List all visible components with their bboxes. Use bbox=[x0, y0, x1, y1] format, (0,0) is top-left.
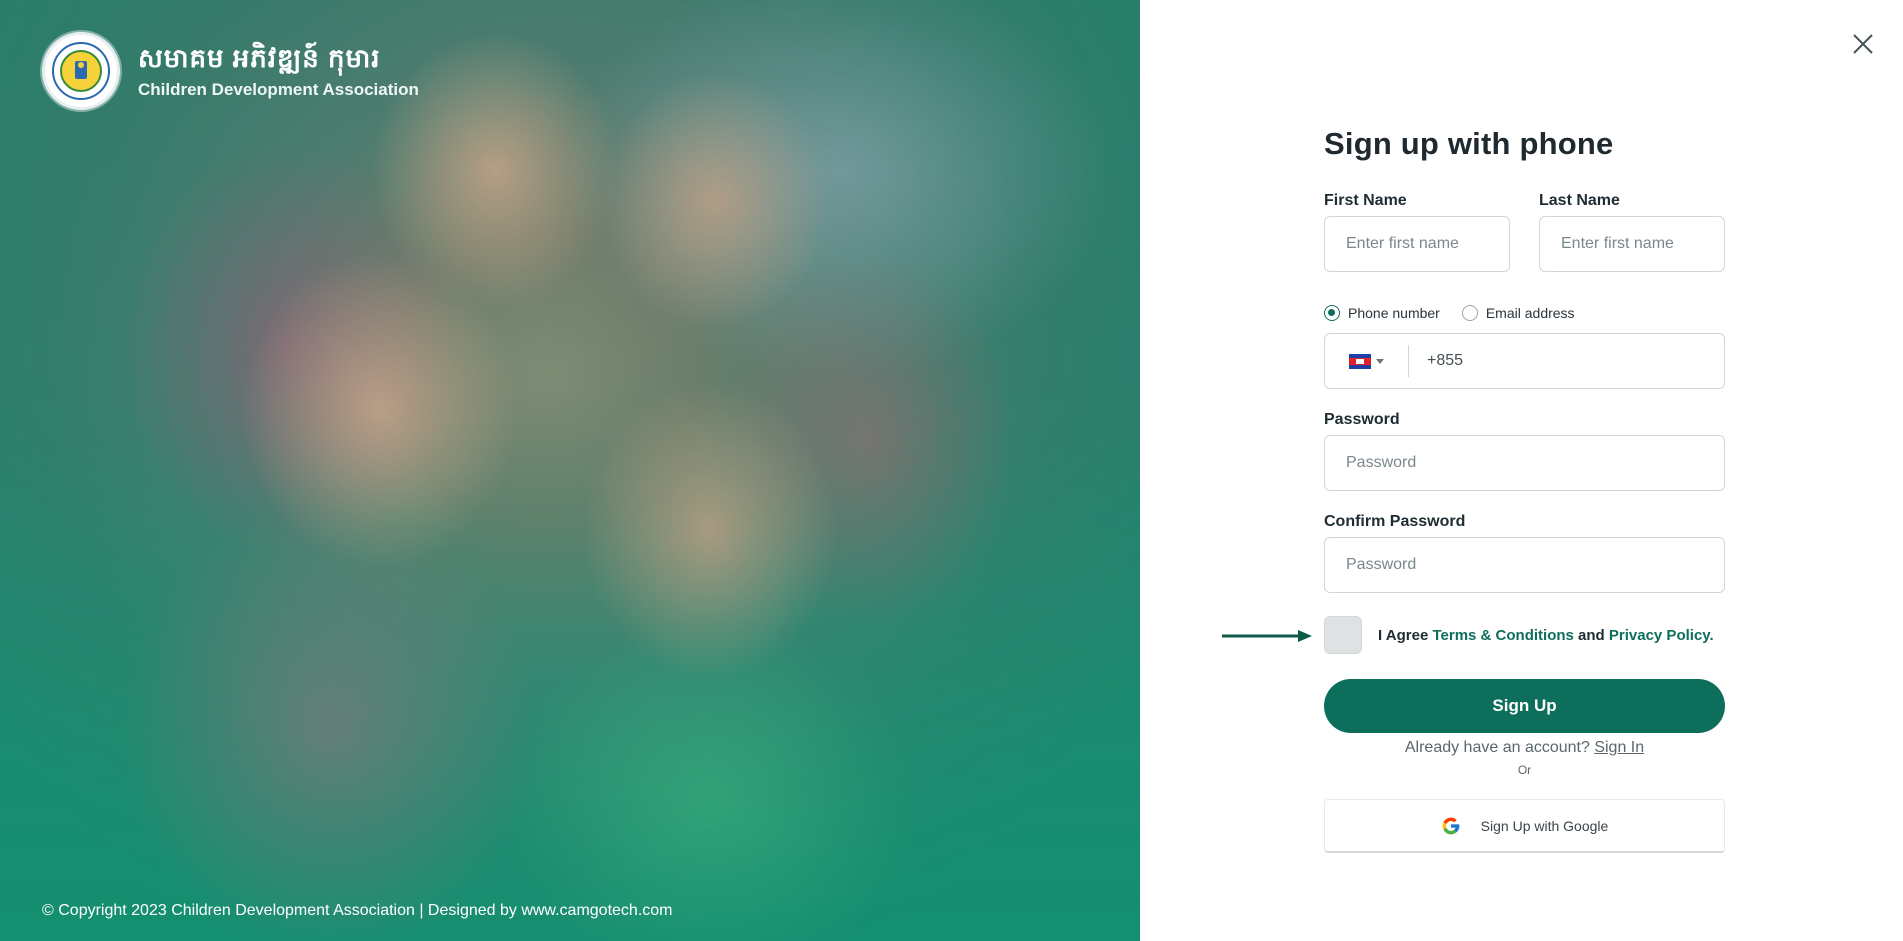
agree-checkbox[interactable] bbox=[1324, 616, 1362, 654]
google-signup-label: Sign Up with Google bbox=[1480, 817, 1609, 834]
logo-icon bbox=[42, 32, 120, 110]
contact-method-group: Phone number Email address bbox=[1324, 305, 1725, 321]
or-divider: Or bbox=[1517, 763, 1532, 777]
signup-form: Sign up with phone First Name Enter firs… bbox=[1222, 126, 1725, 853]
country-selector[interactable] bbox=[1325, 345, 1409, 377]
signin-link[interactable]: Sign In bbox=[1594, 739, 1644, 756]
password-input[interactable]: Password bbox=[1324, 435, 1725, 491]
privacy-link[interactable]: Privacy Policy. bbox=[1609, 627, 1714, 644]
google-signup-button[interactable]: Sign Up with Google bbox=[1324, 799, 1725, 853]
phone-field: +855 bbox=[1324, 333, 1725, 389]
email-address-radio-label: Email address bbox=[1485, 305, 1575, 321]
hero-photo-region bbox=[120, 500, 540, 941]
copyright-text: © Copyright 2023 Children Development As… bbox=[42, 902, 673, 919]
last-name-input[interactable]: Enter first name bbox=[1539, 216, 1725, 272]
arrow-right-icon bbox=[1222, 630, 1312, 642]
hero-photo-region bbox=[600, 70, 830, 330]
close-button[interactable] bbox=[1851, 32, 1875, 56]
brand-khmer-name: សមាគម អភិវឌ្ឍន៍ កុមារ bbox=[138, 43, 381, 73]
terms-link[interactable]: Terms & Conditions bbox=[1432, 627, 1573, 644]
hero-photo-region bbox=[580, 380, 840, 680]
form-title: Sign up with phone bbox=[1324, 126, 1614, 161]
first-name-input[interactable]: Enter first name bbox=[1324, 216, 1510, 272]
radio-selected-icon bbox=[1324, 305, 1340, 321]
signup-button[interactable]: Sign Up bbox=[1324, 679, 1725, 733]
last-name-label: Last Name bbox=[1539, 192, 1620, 209]
flag-icon bbox=[1349, 353, 1371, 369]
brand-english-name: Children Development Association bbox=[138, 80, 419, 99]
google-icon bbox=[1441, 816, 1461, 836]
email-address-radio[interactable]: Email address bbox=[1461, 305, 1575, 321]
hero-panel: សមាគម អភិវឌ្ឍន៍ កុមារ Children Developme… bbox=[0, 0, 1140, 941]
brand[interactable]: សមាគម អភិវឌ្ឍន៍ កុមារ Children Developme… bbox=[42, 32, 419, 110]
hero-photo-region bbox=[240, 250, 520, 570]
agree-row: I Agree Terms & Conditions and Privacy P… bbox=[1222, 615, 1725, 655]
chevron-down-icon bbox=[1376, 358, 1384, 364]
radio-unselected-icon bbox=[1461, 305, 1478, 321]
account-prompt: Already have an account? bbox=[1404, 739, 1590, 756]
phone-input[interactable]: +855 bbox=[1427, 352, 1463, 370]
phone-number-radio-label: Phone number bbox=[1348, 305, 1440, 321]
confirm-password-label: Confirm Password bbox=[1324, 513, 1466, 530]
close-icon bbox=[1853, 34, 1873, 54]
phone-number-radio[interactable]: Phone number bbox=[1324, 305, 1440, 321]
password-label: Password bbox=[1324, 411, 1400, 428]
agree-and: and bbox=[1578, 626, 1605, 644]
first-name-label: First Name bbox=[1324, 192, 1407, 209]
account-prompt-row: Already have an account? Sign In bbox=[1324, 739, 1725, 757]
agree-prefix: I Agree bbox=[1378, 626, 1429, 644]
confirm-password-input[interactable]: Password bbox=[1324, 537, 1725, 593]
